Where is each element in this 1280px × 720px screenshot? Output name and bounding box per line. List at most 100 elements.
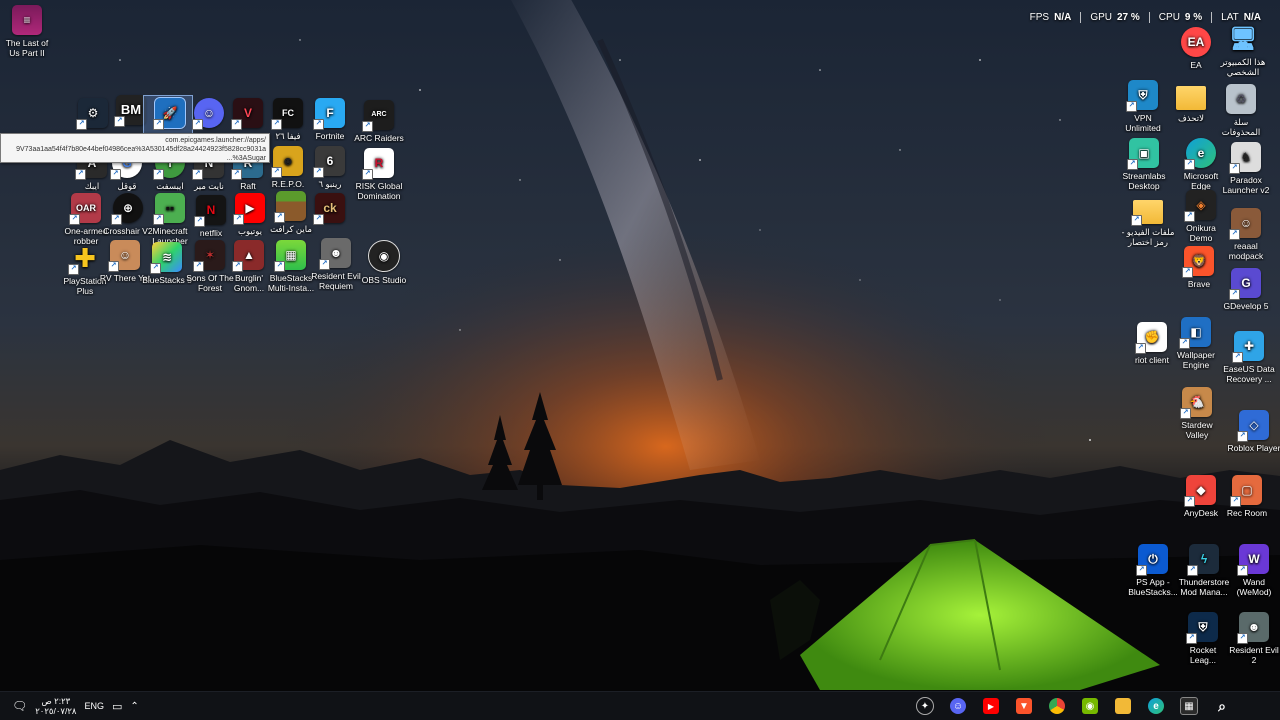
desktop-icon-wand[interactable]: W ↗ Wand (WeMod) (1227, 544, 1280, 597)
netflix-icon: N ↗ (194, 195, 226, 227)
sons-forest-icon: ✶ ↗ (193, 240, 225, 272)
icon-tooltip: com.epicgames.launcher://apps/ 9V73aa1aa… (0, 133, 270, 163)
microsoft-store-icon[interactable]: ▦ (1178, 695, 1200, 717)
resident-evil-icon: ☻ ↗ (319, 238, 351, 270)
one-armed-robber-icon: OAR ↗ (69, 193, 101, 225)
clock[interactable]: ٢:٢٣ ص ٢٠٢٥/٠٧/٢٨ (35, 696, 76, 716)
anydesk-icon: ◆ ↗ (1184, 475, 1216, 507)
desktop-icon-do-not-delete[interactable]: لاتحذف (1164, 86, 1218, 123)
gpu-metric: GPU 27 % (1081, 12, 1150, 23)
desktop-icon-roblox[interactable]: ◇ ↗ Roblox Player (1227, 410, 1280, 453)
arc-raiders-icon: ARC ↗ (362, 100, 394, 132)
desktop-icon-brave[interactable]: 🦁 ↗ Brave (1172, 246, 1226, 289)
folder-icon (1176, 86, 1206, 110)
rocket-league-icon: 🚀 ↗ (153, 97, 186, 130)
onikura-icon: ◈ ↗ (1184, 190, 1216, 222)
repo-icon: ☻ ↗ (271, 146, 303, 178)
desktop-icon-vpn[interactable]: ⛨ ↗ VPN Unlimited (1116, 80, 1170, 133)
fortnite-icon: F ↗ (313, 98, 345, 130)
obs-icon: ◉ (368, 240, 400, 272)
desktop-icon-arc-raiders[interactable]: ARC ↗ ARC Raiders (352, 100, 406, 143)
grass-block-icon: ↗ (274, 191, 306, 223)
bluestacks-icon: ≋ ↗ (150, 242, 182, 274)
computer-icon: 🖥 (1229, 26, 1257, 51)
playstation-icon: ⏻ ↗ (1136, 544, 1168, 576)
search-icon[interactable]: ⌕ (1211, 695, 1233, 717)
desktop-icon-this-pc[interactable]: 🖥 هذا الكمبيوتر الشخصي (1216, 24, 1270, 78)
vpn-icon: ⛨ ↗ (1126, 80, 1158, 112)
valorant-icon: V ↗ (231, 98, 263, 130)
roblox-icon: ◇ ↗ (1237, 410, 1269, 442)
riot-icon: ✊ ↗ (1135, 322, 1167, 354)
desktop-icon-gdevelop[interactable]: G ↗ GDevelop 5 (1219, 268, 1273, 311)
paradox-icon: ♞ ↗ (1229, 142, 1261, 174)
desktop-icon-rainbow-six[interactable]: 6 ↗ رينبو ٦ (303, 146, 357, 189)
wand-icon: W ↗ (1237, 544, 1269, 576)
desktop-icon-the-last-of-us[interactable]: ≡ The Last of Us Part II (0, 5, 54, 58)
desktop-icon-obs-studio[interactable]: ◉ OBS Studio (357, 240, 411, 285)
desktop-icon-recycle-bin[interactable]: ♻ سلة المحذوفات (1214, 84, 1268, 137)
risk-icon: R ↗ (362, 148, 394, 180)
edge-icon: e ↗ (1184, 138, 1216, 170)
desktop-icon-easeus[interactable]: ✚ ↗ EaseUS Data Recovery ... (1222, 331, 1276, 384)
chevron-up-icon[interactable]: ⌃ (130, 701, 138, 712)
cpu-metric: CPU 9 % (1150, 12, 1213, 23)
edge-icon[interactable]: e (1145, 695, 1167, 717)
desktop-icon-ps-app-bluestacks[interactable]: ⏻ ↗ PS App - BlueStacks... (1126, 544, 1180, 597)
desktop-icon-rec-room[interactable]: ▢ ↗ Rec Room (1220, 475, 1274, 518)
language-indicator[interactable]: ENG (84, 701, 104, 711)
ea-fc-icon: FC ↗ (271, 98, 303, 130)
desktop-icon-stardew-valley[interactable]: 🐔 ↗ Stardew Valley (1170, 387, 1224, 440)
stardew-icon: 🐔 ↗ (1180, 387, 1212, 419)
desktop-icon-ck[interactable]: ck ↗ (303, 193, 357, 226)
recycle-bin-icon: ♻ (1226, 84, 1256, 114)
crusader-kings-icon: ck ↗ (313, 193, 345, 225)
crosshair-icon: ⊕ ↗ (111, 193, 143, 225)
taskbar-apps: ✦ ☺ ▶ ▼ ◉ e ▦ ⌕ (914, 692, 1266, 720)
youtube-icon: ▶ ↗ (233, 193, 265, 225)
rv-game-icon: ☺ ↗ (108, 240, 140, 272)
nvidia-icon[interactable]: ◉ (1079, 695, 1101, 717)
rocket-league-icon: ⛨ ↗ (1186, 612, 1218, 644)
fps-metric: FPS N/A (1021, 12, 1082, 23)
desktop-icon-video-files[interactable]: ↗ ملفات الفيديو - رمز اختصار (1121, 200, 1175, 247)
playstation-plus-icon: ✚ ↗ (68, 243, 100, 275)
rainbow-six-icon: 6 ↗ (313, 146, 345, 178)
desktop-icon-reaaal-modpack[interactable]: ☺ ↗ reaaal modpack (1219, 208, 1273, 261)
folder-shortcut-icon: ↗ (1131, 200, 1163, 226)
resident-evil-2-icon: ☻ ↗ (1237, 612, 1269, 644)
file-explorer-icon[interactable] (1112, 695, 1134, 717)
desktop-icon-wallpaper-engine[interactable]: ◧ ↗ Wallpaper Engine (1169, 317, 1223, 370)
desktop-icon-thunderstore[interactable]: ϟ ↗ Thunderstore Mod Mana... (1177, 544, 1231, 597)
discord-icon: ☺ ↗ (192, 98, 224, 130)
bm-app-icon: BM ↗ (114, 95, 146, 127)
bluestacks-multi-icon: ▦ ↗ (274, 240, 306, 272)
desktop-icon-fortnite[interactable]: F ↗ Fortnite (303, 98, 357, 141)
thunderstore-icon: ϟ ↗ (1187, 544, 1219, 576)
winrar-icon: ≡ (12, 5, 42, 35)
brave-icon[interactable]: ▼ (1013, 695, 1035, 717)
start-icon[interactable] (1244, 695, 1266, 717)
desktop-icon-risk[interactable]: R ↗ RISK Global Domination (352, 148, 406, 201)
desktop-icon-re-requiem[interactable]: ☻ ↗ Resident Evil Requiem (309, 238, 363, 291)
latency-metric: LAT N/A (1221, 12, 1261, 23)
rec-room-icon: ▢ ↗ (1230, 475, 1262, 507)
creeper-icon: ▪▪ ↗ (153, 193, 185, 225)
gdevelop-icon: G ↗ (1229, 268, 1261, 300)
desktop-icon-resident-evil-2[interactable]: ☻ ↗ Resident Evil 2 (1227, 612, 1280, 665)
desktop-icon-ea[interactable]: EA EA (1169, 27, 1223, 70)
desktop-icon-rocket-league[interactable]: ⛨ ↗ Rocket Leag... (1176, 612, 1230, 665)
modpack-icon: ☺ ↗ (1229, 208, 1261, 240)
notifications-icon[interactable]: 🗨 (12, 699, 27, 713)
chrome-icon[interactable] (1046, 695, 1068, 717)
desktop-icon-streamlabs[interactable]: ▣ ↗ Streamlabs Desktop (1117, 138, 1171, 191)
youtube-icon[interactable]: ▶ (980, 695, 1002, 717)
taskbar: 🗨 ٢:٢٣ ص ٢٠٢٥/٠٧/٢٨ ENG ▭ ⌃ ✦ ☺ ▶ ▼ ◉ e … (0, 691, 1280, 720)
desktop-icon-paradox[interactable]: ♞ ↗ Paradox Launcher v2 (1219, 142, 1273, 195)
wallpaper-engine-icon: ◧ ↗ (1179, 317, 1211, 349)
system-tray: 🗨 ٢:٢٣ ص ٢٠٢٥/٠٧/٢٨ ENG ▭ ⌃ (0, 696, 139, 716)
ai-assistant-icon[interactable]: ✦ (914, 695, 936, 717)
ea-icon: EA (1181, 27, 1211, 57)
discord-icon[interactable]: ☺ (947, 695, 969, 717)
network-icon[interactable]: ▭ (112, 700, 122, 713)
